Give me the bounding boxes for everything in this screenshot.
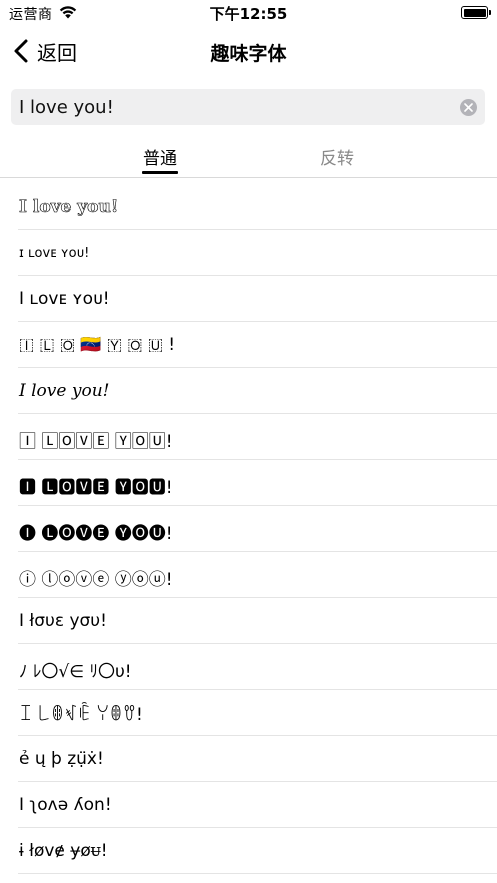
list-item[interactable]: ɨ łøvɇ ɏøᵾ! [0, 828, 497, 874]
clock: 下午12:55 [209, 5, 288, 23]
list-item[interactable]: 🅸 🅻🅾🆅🅴 🆈🅾🆄! [0, 460, 497, 506]
battery-icon [461, 6, 491, 19]
search-field [11, 89, 485, 125]
tab-bar: 普通 反转 [0, 134, 497, 178]
font-style-text: ﾉ ﾚ〇√∈ ﾘ〇υ! [19, 662, 132, 682]
list-item[interactable]: ẻ ų þ ẓụ̈ẋ! [0, 736, 497, 782]
back-button[interactable]: 返回 [12, 36, 77, 66]
font-style-text: 🇮 🇱 🇴 🇻🇪 🇾 🇴 🇺 ! [19, 335, 176, 355]
chevron-left-icon [14, 39, 28, 63]
list-item[interactable]: 🇮 🇱 🇴 🇻🇪 🇾 🇴 🇺 ! [0, 322, 497, 368]
font-style-text: ꀤ ꒒ꂦꃴꍟ ꌩꂦꀎ! [19, 705, 143, 725]
navigation-bar: 返回 趣味字体 [0, 26, 497, 78]
list-item[interactable]: I ʟᴏᴠᴇ ʏᴏᴜ! [0, 276, 497, 322]
list-item[interactable]: 𝐼 𝑙𝑜𝑣𝑒 𝑦𝑜𝑢! [0, 368, 497, 414]
list-item[interactable]: ⓘ ⓛⓞⓥⓔ ⓨⓞⓤ! [0, 552, 497, 598]
font-style-text: I ʅoʌǝ ʎon! [19, 795, 112, 815]
font-style-text: ɨ łøvɇ ɏøᵾ! [19, 841, 108, 861]
list-item[interactable]: ꀤ ꒒ꂦꃴꍟ ꌩꂦꀎ! [0, 690, 497, 736]
font-style-text: ẻ ų þ ẓụ̈ẋ! [19, 749, 104, 769]
font-style-text: I ʟᴏᴠᴇ ʏᴏᴜ! [19, 289, 110, 309]
font-style-text: ɪ ʟᴏᴠᴇ ʏᴏᴜ! [19, 246, 90, 261]
font-style-text: 🄸 🄻🄾🅅🄴 🅈🄾🅄! [19, 432, 173, 452]
clear-circle-icon[interactable] [460, 99, 477, 116]
list-item[interactable]: 🄸 🄻🄾🅅🄴 🅈🄾🅄! [0, 414, 497, 460]
tab-normal[interactable]: 普通 [141, 144, 179, 169]
active-tab-indicator [142, 171, 178, 174]
font-style-text: ⓘ ⓛⓞⓥⓔ ⓨⓞⓤ! [19, 570, 173, 590]
list-item[interactable]: I love you! [0, 184, 497, 230]
list-item[interactable]: ﾉ ﾚ〇√∈ ﾘ〇υ! [0, 644, 497, 690]
font-style-text: 🅘 🅛🅞🅥🅔 🅨🅞🅤! [19, 524, 173, 544]
font-style-text: 🅸 🅻🅾🆅🅴 🆈🅾🆄! [19, 478, 173, 498]
tab-reverse[interactable]: 反转 [318, 144, 356, 169]
font-style-text: I love you! [19, 197, 119, 218]
search-input[interactable] [19, 89, 449, 125]
font-style-text: 𝐼 𝑙𝑜𝑣𝑒 𝑦𝑜𝑢! [19, 381, 110, 401]
font-style-list: I love you! ɪ ʟᴏᴠᴇ ʏᴏᴜ! I ʟᴏᴠᴇ ʏᴏᴜ! 🇮 🇱 🇴 🇻… [0, 184, 497, 874]
list-item[interactable]: ɪ ʟᴏᴠᴇ ʏᴏᴜ! [0, 230, 497, 276]
font-style-text: I łσυɛ уσυ! [19, 611, 107, 631]
list-item[interactable]: I ʅoʌǝ ʎon! [0, 782, 497, 828]
status-bar: 运营商 下午12:55 [0, 0, 497, 26]
list-item[interactable]: 🅘 🅛🅞🅥🅔 🅨🅞🅤! [0, 506, 497, 552]
list-item[interactable]: I łσυɛ уσυ! [0, 598, 497, 644]
back-label: 返回 [37, 40, 77, 65]
